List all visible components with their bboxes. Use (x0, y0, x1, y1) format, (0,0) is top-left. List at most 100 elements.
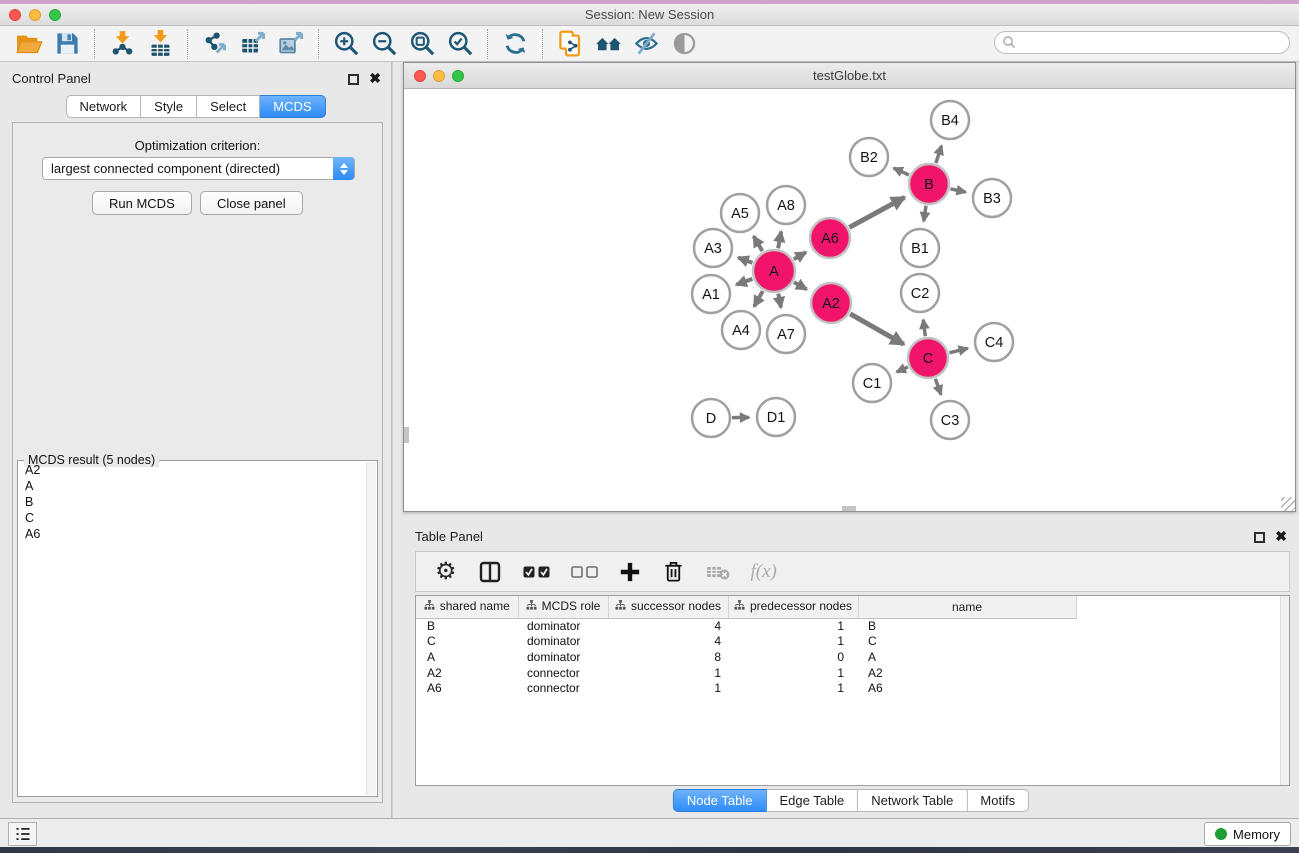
delete-columns-button[interactable] (662, 557, 685, 587)
column-header-successor-nodes[interactable]: successor nodes (608, 596, 728, 618)
zoom-in-button[interactable] (327, 28, 365, 60)
window-resize-grip[interactable] (1281, 497, 1295, 511)
table-row[interactable]: A2connector11A2 (416, 665, 1076, 681)
tab-motifs[interactable]: Motifs (967, 789, 1029, 812)
delete-table-button[interactable] (706, 557, 730, 587)
column-header-shared-name[interactable]: shared name (416, 596, 518, 618)
zoom-out-button[interactable] (365, 28, 403, 60)
open-session-button[interactable] (10, 28, 48, 60)
first-neighbors-button[interactable] (589, 28, 627, 60)
show-all-button[interactable] (665, 28, 703, 60)
table-row[interactable]: Bdominator41B (416, 618, 1076, 634)
table-cell[interactable]: A6 (858, 680, 1076, 696)
graph-edge-C-C3[interactable] (935, 379, 941, 395)
zoom-selected-button[interactable] (441, 28, 479, 60)
import-network-button[interactable] (103, 28, 141, 60)
table-cell[interactable]: C (416, 634, 518, 650)
mcds-result-item[interactable]: B (19, 494, 366, 510)
tab-network-table[interactable]: Network Table (858, 789, 967, 812)
graph-edge-A-A4[interactable] (754, 291, 763, 306)
table-cell[interactable]: 1 (728, 665, 858, 681)
mcds-result-item[interactable]: A2 (19, 462, 366, 478)
graph-edge-C-C2[interactable] (923, 320, 925, 336)
table-row[interactable]: Adominator80A (416, 649, 1076, 665)
table-cell[interactable]: dominator (518, 634, 608, 650)
table-cell[interactable]: connector (518, 680, 608, 696)
graph-edge-A-A5[interactable] (754, 236, 763, 251)
table-cell[interactable]: 0 (728, 649, 858, 665)
table-cell[interactable]: A6 (416, 680, 518, 696)
tab-edge-table[interactable]: Edge Table (766, 789, 858, 812)
graph-edge-C-C1[interactable] (897, 367, 908, 372)
graph-edge-A2-C[interactable] (850, 314, 904, 344)
clone-network-button[interactable] (551, 28, 589, 60)
mcds-result-item[interactable]: C (19, 510, 366, 526)
memory-button[interactable]: Memory (1204, 822, 1291, 846)
criterion-select[interactable]: largest connected component (directed) (42, 157, 355, 180)
zoom-fit-button[interactable] (403, 28, 441, 60)
column-header-predecessor-nodes[interactable]: predecessor nodes (728, 596, 858, 618)
graph-edge-B-B4[interactable] (936, 146, 942, 163)
close-panel-button[interactable]: Close panel (200, 191, 303, 215)
table-cell[interactable]: connector (518, 665, 608, 681)
table-cell[interactable]: 1 (728, 634, 858, 650)
mcds-result-item[interactable]: A (19, 478, 366, 494)
table-cell[interactable]: 8 (608, 649, 728, 665)
search-input[interactable] (994, 31, 1290, 54)
import-table-button[interactable] (141, 28, 179, 60)
table-cell[interactable]: A2 (858, 665, 1076, 681)
graph-edge-B-B3[interactable] (950, 189, 965, 192)
table-row[interactable]: Cdominator41C (416, 634, 1076, 650)
table-cell[interactable]: A (858, 649, 1076, 665)
create-column-button[interactable] (619, 557, 641, 587)
column-header-mcds-role[interactable]: MCDS role (518, 596, 608, 618)
show-columns-button[interactable] (478, 557, 502, 587)
export-table-button[interactable] (234, 28, 272, 60)
table-cell[interactable]: B (858, 618, 1076, 634)
graph-edge-A-A3[interactable] (738, 258, 752, 263)
table-row[interactable]: A6connector11A6 (416, 680, 1076, 696)
graph-edge-A-A6[interactable] (794, 252, 806, 259)
tab-node-table[interactable]: Node Table (673, 789, 767, 812)
network-graph[interactable]: B4B2BB3A8A5A6A3B1AA1C2A2A4A7CC4C1C3DD1 (404, 89, 1295, 511)
tab-select[interactable]: Select (197, 95, 260, 118)
graph-edge-A-A2[interactable] (794, 282, 807, 289)
tab-mcds[interactable]: MCDS (260, 95, 325, 118)
table-cell[interactable]: A (416, 649, 518, 665)
save-session-button[interactable] (48, 28, 86, 60)
graph-edge-A-A1[interactable] (736, 279, 752, 285)
run-mcds-button[interactable]: Run MCDS (92, 191, 192, 215)
hide-selected-button[interactable] (627, 28, 665, 60)
column-header-name[interactable]: name (858, 596, 1076, 618)
graph-edge-B-B2[interactable] (894, 168, 909, 175)
close-table-panel-icon[interactable]: ✖ (1275, 528, 1287, 545)
graph-edge-A-A8[interactable] (778, 232, 781, 249)
float-table-panel-icon[interactable] (1254, 532, 1265, 543)
network-window-titlebar[interactable]: testGlobe.txt (404, 63, 1295, 89)
table-cell[interactable]: B (416, 618, 518, 634)
refresh-layout-button[interactable] (496, 28, 534, 60)
node-table[interactable]: shared name MCDS role successor nodes pr… (416, 596, 1077, 696)
table-cell[interactable]: 1 (608, 680, 728, 696)
graph-edge-C-C4[interactable] (949, 348, 967, 352)
table-cell[interactable]: 1 (728, 618, 858, 634)
network-canvas[interactable]: B4B2BB3A8A5A6A3B1AA1C2A2A4A7CC4C1C3DD1 (404, 89, 1295, 511)
float-panel-icon[interactable] (348, 74, 359, 85)
table-cell[interactable]: 4 (608, 634, 728, 650)
table-cell[interactable]: 1 (728, 680, 858, 696)
mcds-result-list[interactable]: A2ABCA6 (19, 462, 366, 795)
network-vscroll-thumb[interactable] (404, 427, 409, 443)
tab-network[interactable]: Network (65, 95, 141, 118)
export-image-button[interactable] (272, 28, 310, 60)
tab-style[interactable]: Style (141, 95, 197, 118)
mcds-result-item[interactable]: A6 (19, 526, 366, 542)
function-builder-button[interactable]: f(x) (751, 557, 777, 587)
deselect-all-button[interactable] (571, 557, 598, 587)
table-cell[interactable]: A2 (416, 665, 518, 681)
export-network-button[interactable] (196, 28, 234, 60)
table-cell[interactable]: dominator (518, 618, 608, 634)
table-cell[interactable]: 4 (608, 618, 728, 634)
graph-edge-A-A7[interactable] (778, 294, 781, 308)
table-cell[interactable]: dominator (518, 649, 608, 665)
graph-edge-A6-B[interactable] (849, 197, 904, 227)
